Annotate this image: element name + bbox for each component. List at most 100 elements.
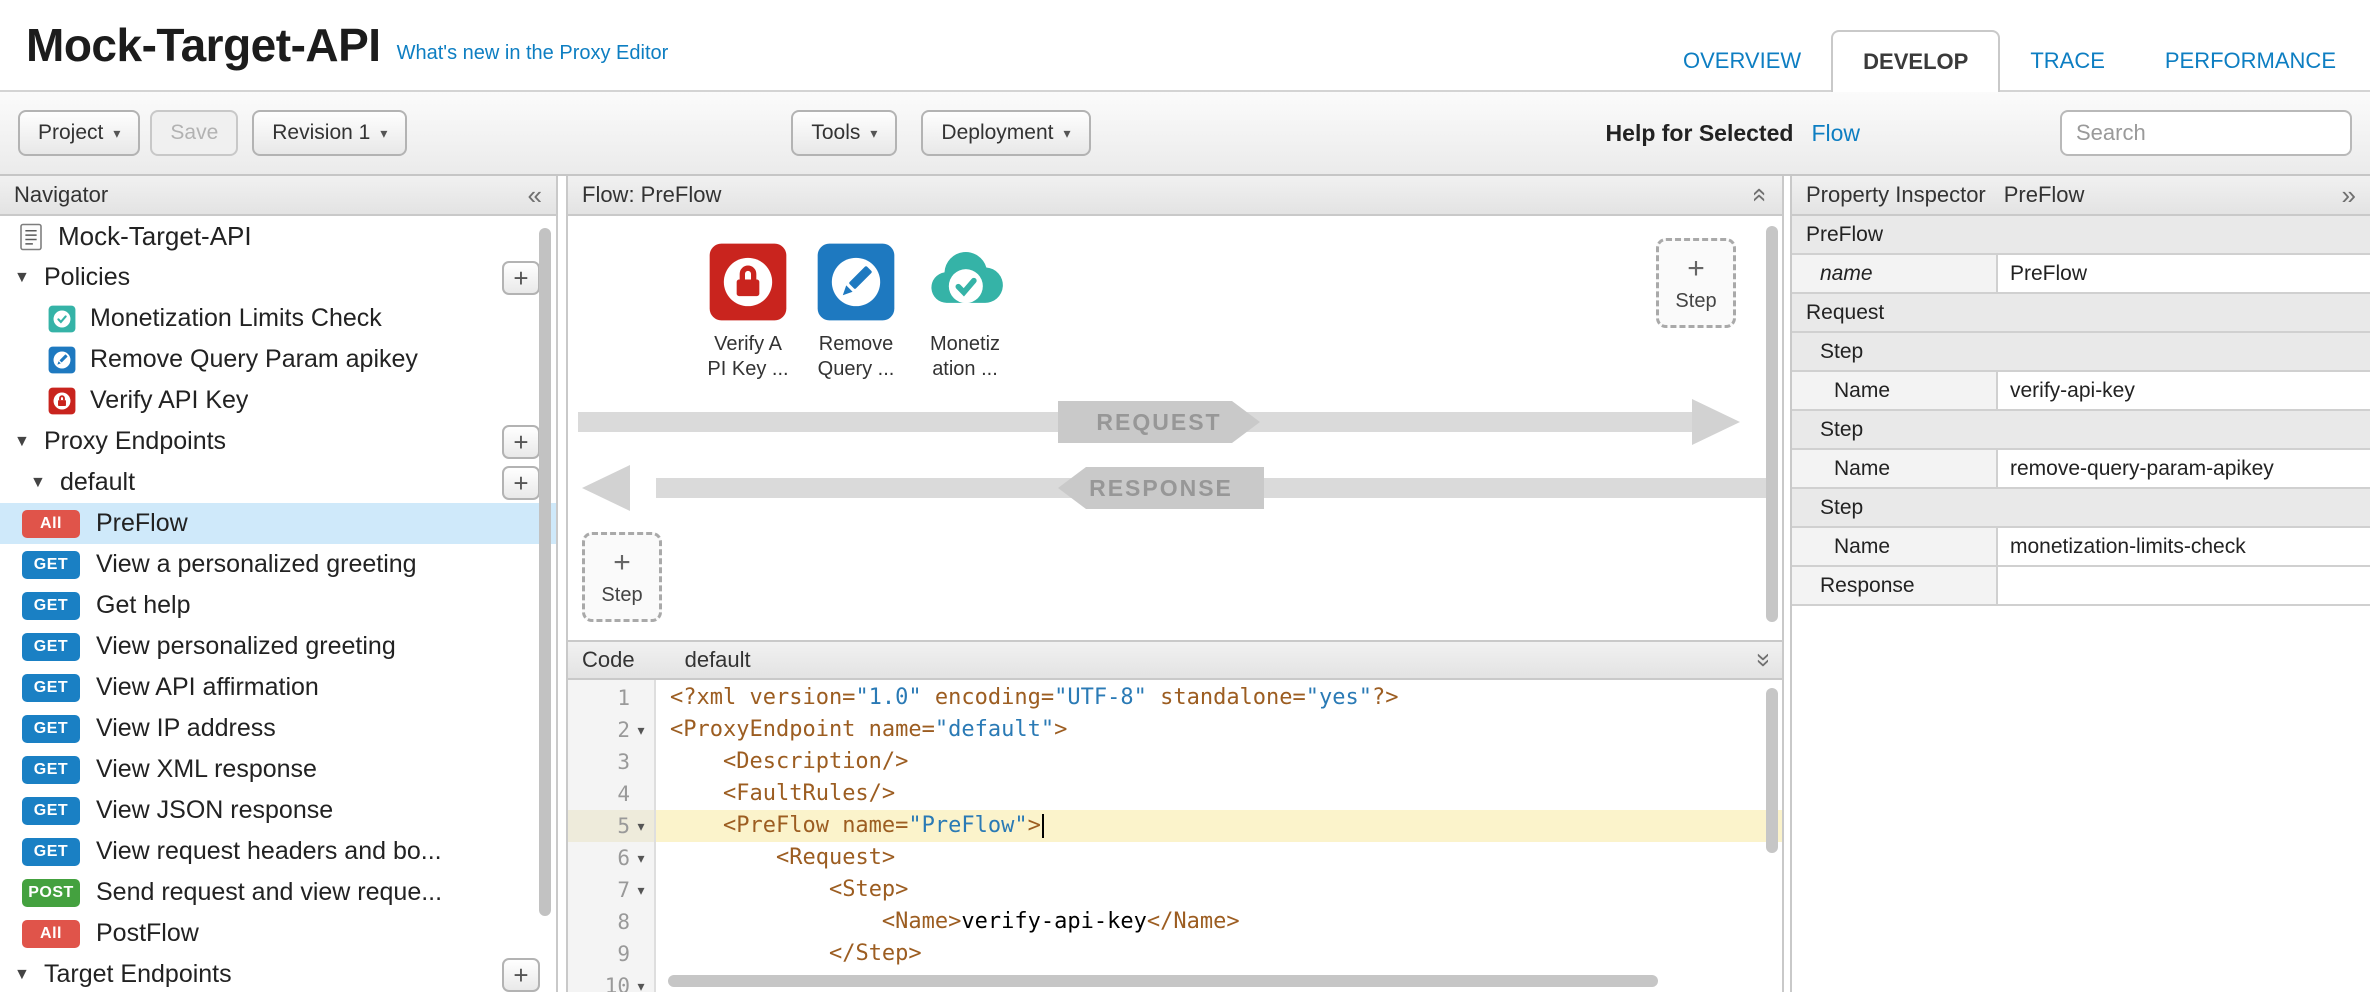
property-label-cell: Response — [1792, 567, 1998, 604]
fold-icon[interactable]: ▾ — [630, 882, 652, 899]
nav-section-target-endpoints[interactable]: ▼Target Endpoints+ — [0, 954, 556, 992]
step-label: ation ... — [903, 357, 1027, 382]
add-button[interactable]: + — [502, 425, 540, 459]
navigator-scrollbar[interactable] — [539, 228, 551, 916]
code-vertical-scrollbar[interactable] — [1766, 688, 1778, 853]
project-button[interactable]: Project▾ — [18, 110, 140, 156]
expand-triangle-icon[interactable]: ▼ — [14, 966, 34, 984]
collapse-code-icon[interactable]: « — [1748, 653, 1774, 667]
code-line[interactable]: <PreFlow name="PreFlow"> — [656, 810, 1782, 842]
expand-triangle-icon[interactable]: ▼ — [30, 474, 50, 492]
deployment-button[interactable]: Deployment▾ — [921, 110, 1090, 156]
revision-button[interactable]: Revision 1▾ — [252, 110, 407, 156]
tab-develop[interactable]: DEVELOP — [1831, 30, 2000, 92]
save-button[interactable]: Save — [150, 110, 238, 156]
monetization-policy-icon — [48, 305, 76, 333]
inspector-section-row: PreFlow — [1792, 216, 2370, 255]
code-line[interactable]: <FaultRules/> — [656, 778, 1782, 810]
nav-policy-row[interactable]: Verify API Key — [0, 380, 556, 421]
policy-label: Monetization Limits Check — [90, 304, 382, 333]
nav-flow-row[interactable]: AllPreFlow — [0, 503, 556, 544]
property-value-cell[interactable]: PreFlow — [1998, 255, 2370, 292]
nav-section-policies[interactable]: ▼Policies+ — [0, 257, 556, 298]
method-badge: GET — [22, 674, 80, 702]
add-step-request-button[interactable]: + Step — [1656, 238, 1736, 328]
fold-icon[interactable]: ▾ — [630, 818, 652, 835]
code-line[interactable]: </Step> — [656, 938, 1782, 970]
code-line[interactable]: <ProxyEndpoint name="default"> — [656, 714, 1782, 746]
collapse-flow-icon[interactable]: « — [1748, 188, 1774, 202]
inspector-section-row: Step — [1792, 489, 2370, 528]
section-label: Step — [1792, 496, 1863, 520]
verify-api-key-icon — [708, 242, 788, 322]
navigator-tree: Mock-Target-API ▼Policies+ Monetization Li… — [0, 216, 556, 992]
flow-label: View personalized greeting — [96, 632, 396, 661]
expand-triangle-icon[interactable]: ▼ — [14, 433, 34, 451]
fold-icon[interactable]: ▾ — [630, 978, 652, 993]
tab-performance[interactable]: PERFORMANCE — [2135, 30, 2366, 92]
code-header: Code default « — [568, 640, 1782, 680]
nav-flow-row[interactable]: GETView a personalized greeting — [0, 544, 556, 585]
step-label: Remove — [794, 332, 918, 357]
help-flow-link[interactable]: Flow — [1811, 120, 1860, 147]
flow-policy-step[interactable]: Verify API Key ... — [686, 242, 810, 382]
inspector-property-row: Response — [1792, 567, 2370, 606]
code-line[interactable]: <?xml version="1.0" encoding="UTF-8" sta… — [656, 682, 1782, 714]
tab-overview[interactable]: OVERVIEW — [1653, 30, 1831, 92]
flow-scrollbar[interactable] — [1766, 226, 1778, 622]
code-line[interactable]: <Description/> — [656, 746, 1782, 778]
expand-triangle-icon[interactable]: ▼ — [14, 269, 34, 287]
nav-flow-row[interactable]: POSTSend request and view reque... — [0, 872, 556, 913]
property-value-cell[interactable] — [1998, 567, 2370, 604]
step-button-label: Step — [601, 584, 642, 607]
section-label: default — [60, 468, 135, 497]
tab-trace[interactable]: TRACE — [2000, 30, 2135, 92]
nav-flow-row[interactable]: GETGet help — [0, 585, 556, 626]
nav-policy-row[interactable]: Monetization Limits Check — [0, 298, 556, 339]
property-value-cell[interactable]: remove-query-param-apikey — [1998, 450, 2370, 487]
add-button[interactable]: + — [502, 261, 540, 295]
nav-flow-row[interactable]: GETView XML response — [0, 749, 556, 790]
whats-new-link[interactable]: What's new in the Proxy Editor — [397, 42, 669, 65]
flow-policy-step[interactable]: RemoveQuery ... — [794, 242, 918, 382]
code-line[interactable]: <Request> — [656, 842, 1782, 874]
flow-label: View API affirmation — [96, 673, 319, 702]
fold-icon[interactable]: ▾ — [630, 722, 652, 739]
nav-flow-row[interactable]: GETView JSON response — [0, 790, 556, 831]
nav-policy-row[interactable]: Remove Query Param apikey — [0, 339, 556, 380]
flow-label: View request headers and bo... — [96, 837, 442, 866]
flow-label: Get help — [96, 591, 191, 620]
project-name: Mock-Target-API — [58, 221, 252, 252]
code-editor[interactable]: 12▾345▾6▾7▾8910▾ <?xml version="1.0" enc… — [568, 680, 1782, 992]
collapse-navigator-icon[interactable]: « — [528, 182, 542, 208]
method-badge: GET — [22, 797, 80, 825]
nav-section-proxy-endpoints[interactable]: ▼Proxy Endpoints+ — [0, 421, 556, 462]
response-arrowhead-icon — [582, 465, 630, 511]
nav-section-default[interactable]: ▼ default + — [0, 462, 556, 503]
code-title: Code — [582, 647, 635, 673]
code-line[interactable]: <Step> — [656, 874, 1782, 906]
line-number: 6 — [617, 846, 630, 870]
nav-flow-row[interactable]: GETView request headers and bo... — [0, 831, 556, 872]
code-content[interactable]: <?xml version="1.0" encoding="UTF-8" sta… — [656, 680, 1782, 992]
nav-flow-row[interactable]: GET View API affirmation — [0, 667, 556, 708]
nav-flow-row[interactable]: GETView personalized greeting — [0, 626, 556, 667]
step-label: Query ... — [794, 357, 918, 382]
property-value-cell[interactable]: monetization-limits-check — [1998, 528, 2370, 565]
code-horizontal-scrollbar[interactable] — [668, 975, 1658, 987]
nav-flow-row[interactable]: AllPostFlow — [0, 913, 556, 954]
add-button[interactable]: + — [502, 466, 540, 500]
search-input[interactable] — [2060, 110, 2352, 156]
add-button[interactable]: + — [502, 958, 540, 992]
property-value-cell[interactable]: verify-api-key — [1998, 372, 2370, 409]
fold-icon[interactable]: ▾ — [630, 850, 652, 867]
flow-policy-step[interactable]: Monetization ... — [903, 242, 1027, 382]
flow-label: View a personalized greeting — [96, 550, 417, 579]
add-step-response-button[interactable]: + Step — [582, 532, 662, 622]
nav-project-row[interactable]: Mock-Target-API — [0, 216, 556, 257]
tools-button[interactable]: Tools▾ — [791, 110, 897, 156]
expand-inspector-icon[interactable]: » — [2342, 182, 2356, 208]
property-label-cell: Name — [1792, 450, 1998, 487]
code-line[interactable]: <Name>verify-api-key</Name> — [656, 906, 1782, 938]
nav-flow-row[interactable]: GETView IP address — [0, 708, 556, 749]
